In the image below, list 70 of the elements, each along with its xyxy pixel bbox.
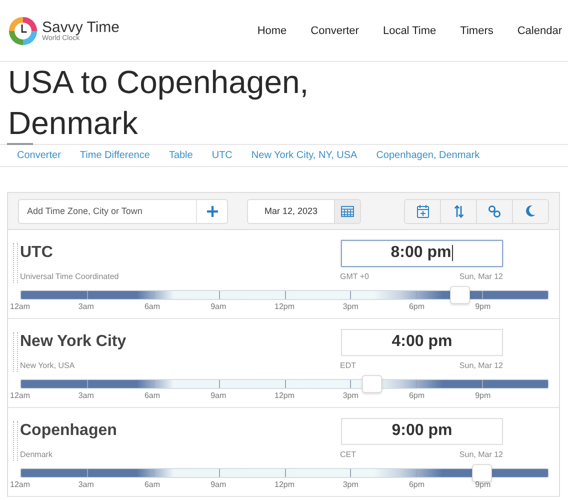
hour-label: 6pm [408,302,425,311]
tab-link[interactable]: Converter [17,150,61,161]
slider-thumb[interactable] [450,286,470,304]
hour-label: 12pm [274,391,294,400]
zone-date: Sun, Mar 12 [459,450,503,459]
time-field[interactable]: 8:00 pm [341,240,503,266]
zone-location: New York, USA [20,361,76,370]
nav-link[interactable]: Local Time [370,24,448,36]
zone-name: Copenhagen [20,422,117,440]
hour-label: 9am [210,302,226,311]
sort-button[interactable] [440,198,477,224]
hour-label: 9am [210,480,226,489]
hour-label: 3pm [342,302,358,311]
hour-label: 12am [10,302,30,311]
drag-handle-icon[interactable] [13,243,18,283]
hour-label: 9am [210,391,226,400]
dark-mode-button[interactable] [512,198,549,224]
hour-label: 6am [144,391,160,400]
tab-link[interactable]: Table [168,150,193,161]
up-down-arrows-icon [454,204,464,218]
brand-name: Savvy Time [42,20,120,34]
hour-label: 9pm [475,302,491,311]
zone-abbreviation: GMT +0 [340,272,370,281]
time-field[interactable]: 9:00 pm [341,418,503,444]
zone-date: Sun, Mar 12 [459,272,503,281]
time-field[interactable]: 4:00 pm [341,328,503,356]
add-event-button[interactable] [404,198,441,224]
hour-label: 12am [10,391,30,400]
drag-handle-icon[interactable] [13,332,18,372]
zone-location: Universal Time Coordinated [20,272,120,281]
calendar-plus-icon [416,204,428,218]
link-button[interactable] [476,198,513,224]
hour-label: 6am [144,302,160,311]
slider-thumb[interactable] [362,375,382,393]
hour-label: 3am [78,302,94,311]
hour-label: 9pm [475,480,491,489]
hour-label: 12pm [274,480,294,489]
hour-label: 3am [78,480,94,489]
search-field[interactable]: Add Time Zone, City or Town [18,198,196,224]
moon-icon [525,205,536,217]
hour-label: 6am [144,480,160,489]
hour-label: 6pm [408,480,425,489]
hour-label: 3am [78,391,94,400]
hour-label: 6pm [408,391,425,400]
drag-handle-icon[interactable] [13,421,18,461]
nav-link[interactable]: Home [245,24,299,36]
hour-label: 3pm [342,391,358,400]
nav-link[interactable]: Converter [298,24,371,36]
clock-logo-icon [8,16,38,46]
nav-link[interactable]: Timers [448,24,506,36]
tab-link[interactable]: New York City, NY, USA [251,150,358,161]
link-icon [488,204,501,218]
zone-abbreviation: EDT [340,361,357,370]
hour-label: 3pm [342,480,358,489]
zone-name: UTC [20,244,53,262]
tab-link[interactable]: Time Difference [80,150,150,161]
zone-abbreviation: CET [340,450,357,459]
add-button[interactable] [196,198,228,224]
page-title: USA to Copenhagen, Denmark [7,63,310,143]
hour-label: 12pm [274,302,294,311]
tab-link[interactable]: Copenhagen, Denmark [376,150,480,161]
hour-label: 12am [10,480,30,489]
zone-name: New York City [20,333,126,351]
nav-link[interactable]: Calendar [505,24,568,36]
zone-location: Denmark [20,450,54,459]
plus-icon [206,206,218,216]
tab-link[interactable]: UTC [212,150,232,161]
zone-date: Sun, Mar 12 [459,361,503,370]
slider-thumb[interactable] [472,464,492,482]
hour-label: 9pm [475,391,491,400]
